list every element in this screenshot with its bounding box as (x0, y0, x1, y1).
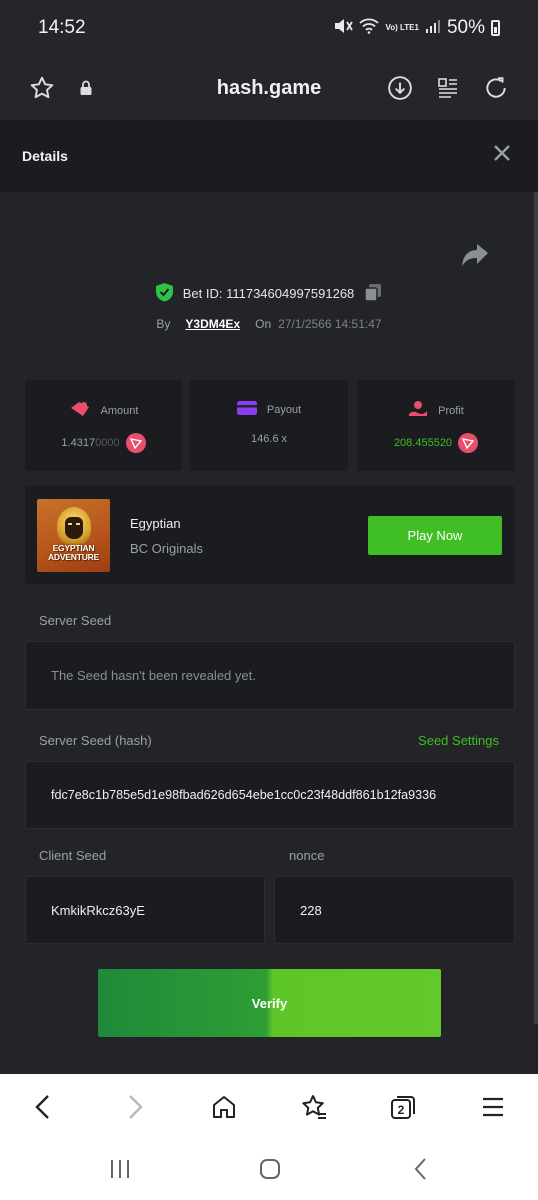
server-seed-field[interactable]: The Seed hasn't been revealed yet. (25, 641, 515, 710)
amount-icon (69, 400, 91, 421)
reader-icon[interactable] (434, 74, 462, 102)
verify-button[interactable]: Verify (98, 969, 441, 1037)
amount-value: 1.4317 (61, 437, 96, 449)
status-icons: Vo) LTE1 50% (333, 17, 500, 39)
amount-value-faded: 0000 (95, 437, 120, 449)
browser-bottom-nav: 2 (0, 1074, 538, 1140)
bet-meta-row: By Y3DM4Ex On 27/1/2566 14:51:47 (0, 317, 538, 331)
system-nav-bar (0, 1140, 538, 1200)
game-name: Egyptian (130, 516, 181, 531)
browser-bar: hash.game (0, 56, 538, 120)
copy-icon[interactable] (363, 282, 383, 305)
battery-percent: 50% (446, 17, 485, 38)
game-thumbnail[interactable]: EGYPTIAN ADVENTURE (37, 499, 110, 572)
by-label: By (156, 317, 171, 331)
payout-card: Payout 146.6 x (190, 380, 348, 471)
profit-value: 208.455520 (393, 437, 453, 449)
server-seed-label: Server Seed (39, 613, 112, 628)
play-now-button[interactable]: Play Now (368, 516, 502, 555)
client-seed-field[interactable]: KmkikRkcz63yE (25, 876, 265, 944)
details-header: Details (0, 120, 538, 192)
tabs-icon[interactable]: 2 (384, 1088, 422, 1126)
game-thumb-subtitle: ADVENTURE (47, 552, 100, 562)
battery-icon (491, 20, 500, 36)
details-title: Details (22, 148, 68, 164)
payout-value: 146.6 x (250, 433, 288, 445)
bookmarks-icon[interactable] (295, 1088, 333, 1126)
nonce-label: nonce (289, 848, 325, 863)
home-button-icon[interactable] (251, 1150, 289, 1188)
network-label: Vo) LTE1 (385, 23, 419, 32)
forward-icon[interactable] (116, 1088, 154, 1126)
download-icon[interactable] (386, 74, 414, 102)
wallet-icon (236, 400, 257, 419)
profit-icon (408, 400, 428, 421)
seed-settings-link[interactable]: Seed Settings (418, 733, 499, 748)
game-card: EGYPTIAN ADVENTURE Egyptian BC Originals… (25, 486, 515, 584)
mute-icon (333, 17, 354, 39)
tron-coin-icon (125, 433, 146, 453)
share-icon[interactable] (460, 242, 490, 270)
tabs-count: 2 (398, 1103, 405, 1117)
verified-shield-icon (155, 282, 174, 305)
profit-card: Profit 208.455520 (357, 380, 515, 471)
bet-id-row: Bet ID: 111734604997591268 (0, 282, 538, 305)
client-seed-label: Client Seed (39, 848, 107, 863)
home-icon[interactable] (205, 1088, 243, 1126)
game-provider: BC Originals (130, 541, 203, 556)
tron-coin-icon (458, 433, 479, 453)
username-link[interactable]: Y3DM4Ex (185, 317, 240, 331)
bet-datetime: 27/1/2566 14:51:47 (278, 317, 382, 331)
nonce-field[interactable]: 228 (274, 876, 515, 944)
payout-label: Payout (266, 403, 302, 416)
system-back-icon[interactable] (402, 1150, 440, 1188)
amount-label: Amount (100, 404, 139, 417)
profit-label: Profit (438, 404, 464, 417)
menu-icon[interactable] (474, 1088, 512, 1126)
on-label: On (255, 317, 272, 331)
refresh-icon[interactable] (482, 74, 510, 102)
status-bar: 14:52 Vo) LTE1 50% (0, 0, 538, 56)
wifi-icon (359, 18, 380, 38)
recent-apps-icon[interactable] (101, 1150, 139, 1188)
close-icon[interactable] (490, 142, 514, 166)
server-seed-hash-label: Server Seed (hash) (39, 733, 152, 748)
back-icon[interactable] (24, 1088, 62, 1126)
status-time: 14:52 (38, 17, 86, 38)
bet-id-label: Bet ID: (182, 286, 223, 301)
signal-icon (425, 18, 441, 38)
server-seed-hash-field[interactable]: fdc7e8c1b785e5d1e98fbad626d654ebe1cc0c23… (25, 761, 515, 829)
amount-card: Amount 1.43170000 (25, 380, 182, 471)
bet-id-value: 111734604997591268 (226, 286, 355, 301)
